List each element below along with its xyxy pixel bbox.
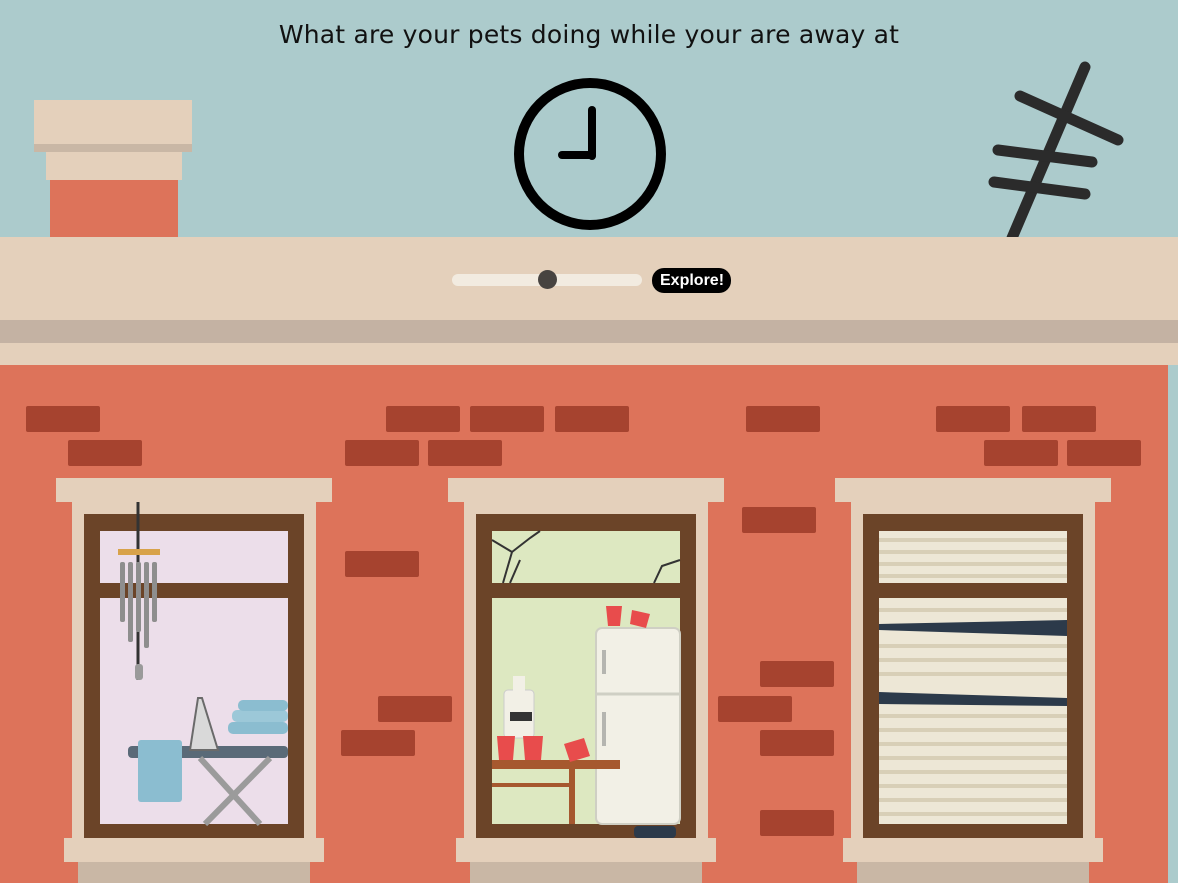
blinds-window [835,478,1111,883]
building-scene [0,61,1178,883]
laundry-room-window [56,478,332,883]
tv-antenna [988,61,1124,244]
clock-icon [514,78,666,230]
chimney [34,100,192,240]
kitchen-window [448,478,724,883]
roof-cornice [0,237,1178,365]
explore-button[interactable]: Explore! [652,268,731,293]
time-slider-thumb[interactable] [537,270,557,289]
